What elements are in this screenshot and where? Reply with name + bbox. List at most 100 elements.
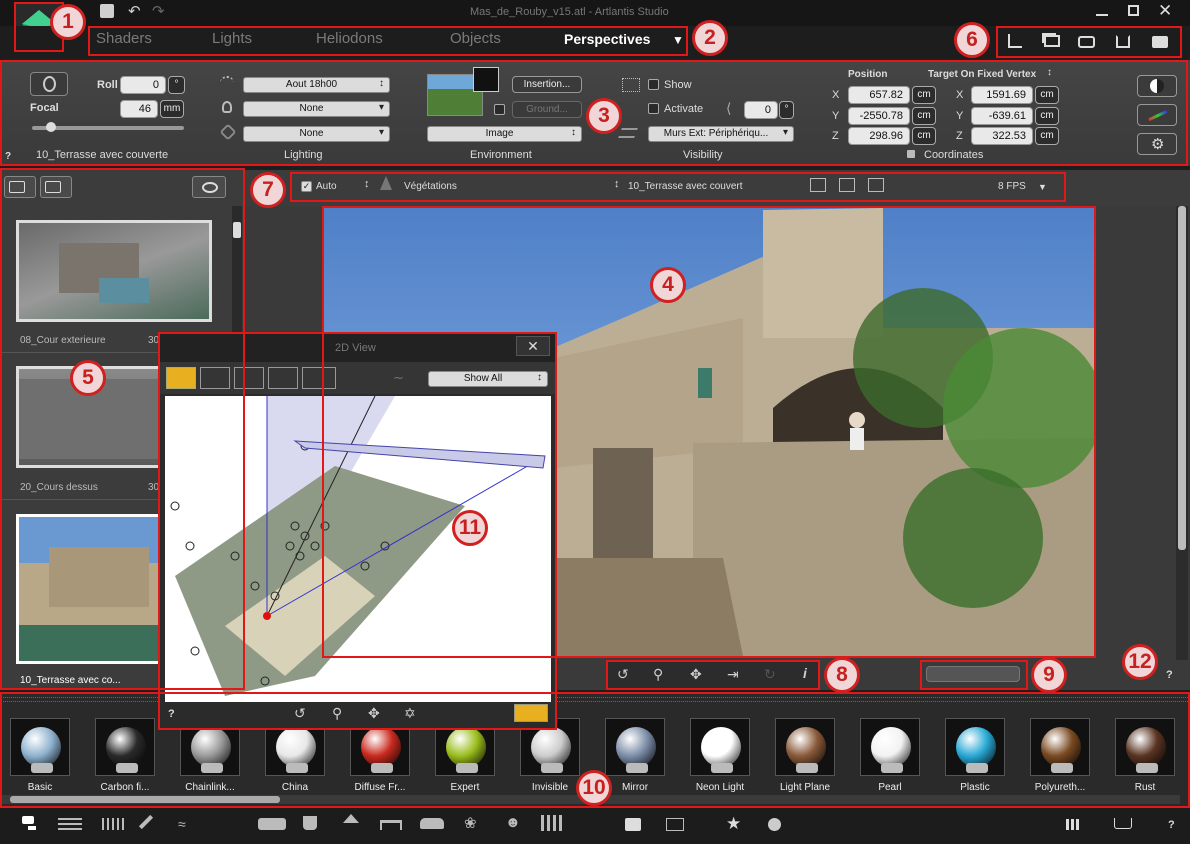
windows-icon[interactable]	[1044, 35, 1060, 47]
insertion-button[interactable]: Insertion...	[512, 76, 582, 93]
preview-toggle-button[interactable]	[192, 176, 226, 198]
position-x-input[interactable]: 657.82	[848, 86, 910, 104]
view-2d-fit-icon[interactable]: ✡	[404, 705, 416, 722]
shader-swatch[interactable]	[860, 718, 920, 776]
car-icon[interactable]	[420, 818, 444, 829]
info-icon[interactable]: i	[803, 665, 807, 681]
shader-swatch[interactable]	[605, 718, 665, 776]
shader-label[interactable]: Rust	[1105, 782, 1185, 793]
focal-input[interactable]: 46	[120, 100, 158, 118]
layer-stepper-icon[interactable]: ↕	[364, 178, 370, 190]
foreground-color-swatch[interactable]	[473, 67, 499, 92]
render-style-button[interactable]	[1137, 75, 1177, 97]
camera-icon[interactable]	[1078, 36, 1095, 48]
shader-label[interactable]: China	[255, 782, 335, 793]
tab-menu-chevron-icon[interactable]: ▼	[672, 33, 684, 47]
undo-icon[interactable]: ↶	[128, 2, 141, 20]
crop-icon[interactable]	[1116, 35, 1130, 48]
show-all-select[interactable]: Show All	[428, 371, 548, 387]
paint-roller-icon[interactable]	[22, 816, 34, 824]
add-camera-button[interactable]	[4, 176, 36, 198]
tab-objects[interactable]: Objects	[450, 30, 501, 47]
lamp-icon[interactable]	[343, 814, 359, 823]
viewport-help[interactable]: ?	[1166, 669, 1173, 681]
view-2d-close-icon[interactable]: ✕	[516, 336, 550, 356]
light-group-2-select[interactable]: None	[243, 126, 390, 142]
remove-camera-button[interactable]	[40, 176, 72, 198]
roof-icon[interactable]	[102, 818, 126, 830]
clip-angle-input[interactable]: 0	[744, 101, 778, 119]
target-x-input[interactable]: 1591.69	[971, 86, 1033, 104]
list-item-name[interactable]: 20_Cours dessus	[20, 482, 98, 493]
redo-icon[interactable]: ↷	[152, 2, 165, 20]
building-icon[interactable]	[541, 815, 563, 831]
ground-button[interactable]: Ground...	[512, 101, 582, 118]
vegetation-label[interactable]: Végétations	[404, 181, 457, 192]
shader-label[interactable]: Pearl	[850, 782, 930, 793]
shader-label[interactable]: Plastic	[935, 782, 1015, 793]
background-type-select[interactable]: Image	[427, 126, 582, 142]
view-2d-help[interactable]: ?	[168, 708, 175, 720]
color-pencil-button[interactable]	[1137, 104, 1177, 126]
rotate-icon[interactable]: ↺	[617, 666, 629, 683]
settings-button[interactable]: ⚙	[1137, 133, 1177, 155]
maximize-icon[interactable]	[1128, 5, 1139, 16]
position-y-input[interactable]: -2550.78	[848, 107, 910, 125]
light-group-select[interactable]: None	[243, 101, 390, 117]
shader-swatch[interactable]	[690, 718, 750, 776]
view-stepper-icon[interactable]: ↕	[614, 178, 620, 190]
target-mode-chevron-icon[interactable]: ↕	[1047, 67, 1052, 78]
shader-label[interactable]: Expert	[425, 782, 505, 793]
pan-icon[interactable]: ✥	[690, 666, 702, 683]
fps-chevron-icon[interactable]: ▼	[1038, 182, 1047, 192]
walk-icon[interactable]: ⇥	[727, 666, 739, 683]
water-icon[interactable]: ≈	[178, 816, 186, 832]
elevation-door-icon[interactable]	[166, 367, 196, 389]
shader-label[interactable]: Basic	[0, 782, 80, 793]
plan-canvas[interactable]	[165, 396, 551, 702]
minimize-icon[interactable]	[1096, 14, 1108, 16]
billboard-icon[interactable]	[625, 818, 641, 831]
leaf-icon[interactable]: ❀	[464, 814, 477, 832]
tab-lights[interactable]: Lights	[212, 30, 252, 47]
show-checkbox[interactable]	[648, 79, 659, 90]
view-2d-zoom-icon[interactable]: ⚲	[332, 705, 342, 722]
house-top-icon[interactable]	[302, 367, 336, 389]
house-side-icon[interactable]	[234, 367, 264, 389]
cup-icon[interactable]	[303, 816, 317, 830]
list-item-name[interactable]: 10_Terrasse avec co...	[20, 675, 121, 686]
shader-swatch[interactable]	[95, 718, 155, 776]
view-2d-section-icon[interactable]	[514, 704, 548, 722]
target-z-input[interactable]: 322.53	[971, 127, 1033, 145]
tab-heliodons[interactable]: Heliodons	[316, 30, 383, 47]
display-icon[interactable]	[1152, 36, 1168, 48]
view-2d-rotate-icon[interactable]: ↺	[294, 705, 306, 722]
save-icon[interactable]	[100, 4, 114, 18]
fps-label[interactable]: 8 FPS	[998, 181, 1026, 192]
tab-shaders[interactable]: Shaders	[96, 30, 152, 47]
shader-label[interactable]: Carbon fi...	[85, 782, 165, 793]
person-icon[interactable]: ☻	[505, 814, 521, 831]
shader-swatch[interactable]	[945, 718, 1005, 776]
cart-icon[interactable]	[1114, 818, 1132, 829]
ground-checkbox[interactable]	[494, 104, 505, 115]
shader-label[interactable]: Chainlink...	[170, 782, 250, 793]
brick-icon[interactable]	[58, 818, 82, 830]
shader-swatch[interactable]	[1115, 718, 1175, 776]
house-front-icon[interactable]	[200, 367, 230, 389]
axis-icon[interactable]	[1008, 34, 1022, 48]
inspector-help[interactable]: ?	[5, 151, 11, 162]
focal-slider-thumb[interactable]	[46, 122, 56, 132]
visibility-layer-select[interactable]: Murs Ext: Périphériqu...	[648, 126, 794, 142]
grid-view-icon[interactable]	[1066, 819, 1080, 830]
house-back-icon[interactable]	[268, 367, 298, 389]
refresh-icon[interactable]: ↻	[764, 666, 776, 683]
heliodon-select[interactable]: Aout 18h00	[243, 77, 390, 93]
frame-left-icon[interactable]	[810, 178, 826, 192]
recent-clock-icon[interactable]	[768, 818, 781, 831]
link-icon[interactable]: ∼	[393, 370, 404, 386]
shader-label[interactable]: Polyureth...	[1020, 782, 1100, 793]
shader-swatch[interactable]	[775, 718, 835, 776]
shader-label[interactable]: Neon Light	[680, 782, 760, 793]
tab-perspectives[interactable]: Perspectives	[564, 31, 650, 47]
